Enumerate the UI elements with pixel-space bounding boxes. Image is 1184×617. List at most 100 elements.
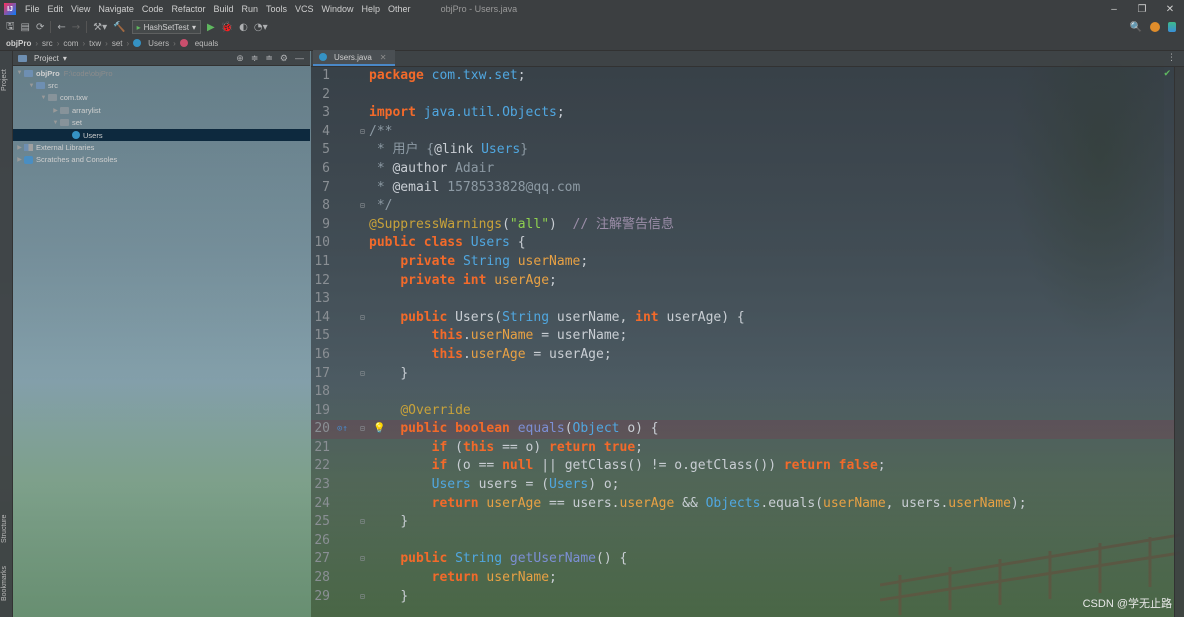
- code-editor[interactable]: 1 package com.txw.set; 2 3 import java.uti…: [311, 67, 1174, 606]
- breadcrumb-src[interactable]: src: [42, 39, 53, 48]
- sync-icon[interactable]: ⟳: [36, 22, 44, 33]
- menu-file[interactable]: File: [21, 4, 44, 14]
- intellij-logo-icon: IJ: [4, 3, 16, 15]
- menu-vcs[interactable]: VCS: [291, 4, 318, 14]
- project-panel-tools: ⊕ ≑ ≐ ⚙ —: [236, 53, 304, 64]
- collapse-all-icon[interactable]: ≐: [265, 53, 273, 64]
- menu-help[interactable]: Help: [358, 4, 385, 14]
- chevron-down-icon[interactable]: ▼: [15, 70, 24, 76]
- library-icon: [24, 144, 33, 152]
- code-line: 25 ⊟ }: [311, 513, 1174, 532]
- chevron-down-icon[interactable]: ▾: [63, 54, 67, 63]
- coverage-icon[interactable]: ◐: [239, 22, 248, 33]
- menu-view[interactable]: View: [67, 4, 94, 14]
- menu-edit[interactable]: Edit: [44, 4, 68, 14]
- tree-item-users[interactable]: Users: [13, 128, 310, 142]
- menu-refactor[interactable]: Refactor: [167, 4, 209, 14]
- tree-item-set[interactable]: ▼ set: [13, 117, 310, 129]
- fold-icon[interactable]: ⊟: [360, 420, 365, 439]
- stripe-bookmarks[interactable]: Bookmarks: [1, 566, 8, 601]
- more-tabs-icon[interactable]: ⋮: [1167, 50, 1176, 66]
- back-icon[interactable]: ←: [57, 22, 65, 33]
- code-line: 14 ⊟ public Users(String userName, int us…: [311, 309, 1174, 328]
- chevron-right-icon[interactable]: ▶: [51, 107, 60, 114]
- menu-tools[interactable]: Tools: [262, 4, 291, 14]
- chevron-right-icon[interactable]: ▶: [15, 156, 24, 163]
- fold-icon[interactable]: ⊟: [360, 309, 365, 328]
- fold-icon[interactable]: ⊟: [360, 550, 365, 569]
- menu-build[interactable]: Build: [209, 4, 237, 14]
- tree-label: set: [72, 118, 83, 128]
- project-panel-title[interactable]: Project: [34, 54, 59, 63]
- code-line: 6 * @author Adair: [322, 160, 495, 176]
- save-icon[interactable]: 🖫: [6, 19, 15, 36]
- fold-icon[interactable]: ⊟: [360, 123, 365, 142]
- close-icon[interactable]: ✕: [380, 53, 387, 62]
- breadcrumb-set[interactable]: set: [112, 39, 123, 48]
- close-icon[interactable]: ✕: [1156, 4, 1184, 15]
- add-configuration-icon[interactable]: ⚒▾: [93, 22, 107, 33]
- run-icon[interactable]: ▶: [207, 22, 215, 33]
- hide-icon[interactable]: —: [295, 53, 304, 64]
- stripe-project[interactable]: Project: [1, 69, 8, 91]
- tree-label: objPro: [36, 68, 60, 78]
- module-folder-icon: [24, 69, 33, 77]
- toolbar-right: 🔍: [1130, 22, 1176, 33]
- window-title: objPro - Users.java: [440, 4, 518, 14]
- tree-item-scratches[interactable]: ▶ Scratches and Consoles: [13, 154, 310, 166]
- profile-icon[interactable]: ◔▾: [254, 22, 268, 33]
- breadcrumb-users[interactable]: Users: [148, 39, 169, 48]
- tree-item-objpro[interactable]: ▼ objPro F:\code\objPro: [13, 67, 310, 79]
- fold-icon[interactable]: ⊟: [360, 588, 365, 607]
- menu-other[interactable]: Other: [384, 4, 415, 14]
- breadcrumb-project[interactable]: objPro: [6, 39, 31, 48]
- breadcrumb-txw[interactable]: txw: [89, 39, 101, 48]
- tree-path-hint: F:\code\objPro: [63, 68, 113, 78]
- restore-icon[interactable]: ❐: [1128, 4, 1156, 15]
- minimize-icon[interactable]: –: [1100, 4, 1128, 15]
- tree-item-src[interactable]: ▼ src: [13, 79, 310, 91]
- expand-all-icon[interactable]: ≑: [251, 53, 259, 64]
- code-line: 16 this.userAge = userAge;: [314, 346, 612, 362]
- code-line: 10 public class Users {: [314, 235, 526, 251]
- fold-icon[interactable]: ⊟: [360, 513, 365, 532]
- forward-icon[interactable]: →: [72, 22, 80, 33]
- left-tool-stripe: Project Structure Bookmarks: [0, 51, 13, 617]
- toolbox-icon[interactable]: [1168, 22, 1176, 32]
- menu-navigate[interactable]: Navigate: [94, 4, 138, 14]
- fold-icon[interactable]: ⊟: [360, 365, 365, 384]
- code-line: 21 if (this == o) return true;: [314, 439, 643, 455]
- chevron-right-icon[interactable]: ▶: [15, 144, 24, 151]
- search-everywhere-icon[interactable]: 🔍: [1130, 22, 1142, 33]
- menu-code[interactable]: Code: [138, 4, 168, 14]
- debug-icon[interactable]: 🐞: [221, 22, 233, 33]
- menu-window[interactable]: Window: [318, 4, 358, 14]
- open-icon[interactable]: ▤: [21, 22, 30, 33]
- tab-users-java[interactable]: Users.java ✕: [313, 50, 395, 66]
- code-line: 28 return userName;: [314, 570, 557, 586]
- override-gutter-icon[interactable]: ⊙↑: [337, 420, 357, 439]
- chevron-down-icon[interactable]: ▼: [51, 120, 60, 126]
- code-line: 12 private int userAge;: [314, 272, 557, 288]
- tree-item-com-txw[interactable]: ▼ com.txw: [13, 92, 310, 104]
- menu-run[interactable]: Run: [237, 4, 262, 14]
- tree-item-arrarylist[interactable]: ▶ arrarylist: [13, 104, 310, 116]
- run-configuration-select[interactable]: ▸ HashSetTest ▾: [131, 20, 201, 34]
- tab-label: Users.java: [334, 52, 372, 62]
- breadcrumb-equals[interactable]: equals: [195, 39, 219, 48]
- fold-icon[interactable]: ⊟: [360, 197, 365, 216]
- chevron-down-icon[interactable]: ▼: [27, 83, 36, 89]
- source-folder-icon: [36, 82, 45, 90]
- locate-icon[interactable]: ⊕: [236, 53, 244, 64]
- method-icon: [179, 39, 188, 47]
- code-line: 1 package com.txw.set;: [322, 68, 526, 83]
- run-config-icon: ▸: [136, 22, 141, 32]
- tree-item-external-libraries[interactable]: ▶ External Libraries: [13, 141, 310, 153]
- update-icon[interactable]: [1150, 22, 1160, 32]
- stripe-structure[interactable]: Structure: [1, 515, 8, 543]
- code-line: 9 @SuppressWarnings("all") // 注解警告信息: [322, 216, 674, 232]
- build-hammer-icon[interactable]: 🔨: [113, 22, 125, 33]
- breadcrumb-com[interactable]: com: [63, 39, 78, 48]
- chevron-down-icon[interactable]: ▼: [39, 95, 48, 101]
- gear-icon[interactable]: ⚙: [280, 53, 288, 64]
